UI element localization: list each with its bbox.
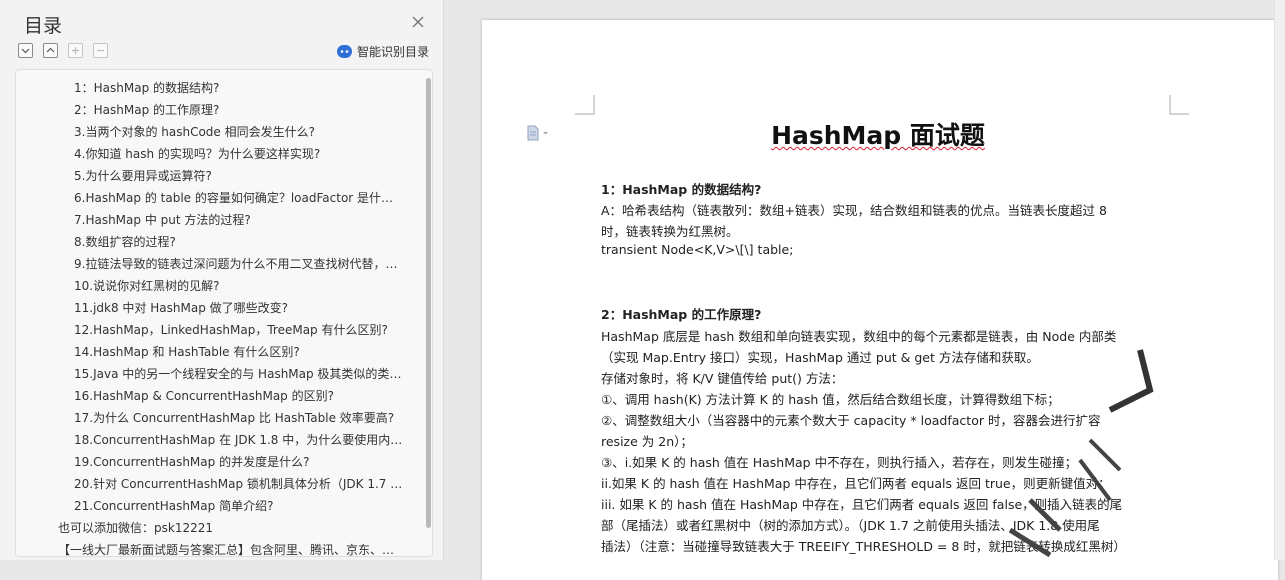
toc-item[interactable]: 18.ConcurrentHashMap 在 JDK 1.8 中，为什么要使用内… (74, 431, 404, 448)
paragraph-line: A：哈希表结构（链表散列：数组+链表）实现，结合数组和链表的优点。当链表长度超过… (601, 203, 1107, 218)
document-scrollbar[interactable] (1274, 0, 1285, 560)
paragraph-line: resize 为 2n）； (601, 434, 693, 449)
toc-item[interactable]: 17.为什么 ConcurrentHashMap 比 HashTable 效率要… (74, 409, 404, 426)
close-icon[interactable] (410, 14, 426, 30)
section-1-heading: 1：HashMap 的数据结构? (601, 182, 762, 197)
toc-item[interactable]: 19.ConcurrentHashMap 的并发度是什么? (74, 453, 404, 470)
toc-item[interactable]: 12.HashMap，LinkedHashMap，TreeMap 有什么区别? (74, 321, 404, 338)
document-title: HashMap 面试题 (482, 116, 1274, 152)
document-title-text: HashMap 面试题 (771, 121, 985, 150)
toc-item[interactable]: 20.针对 ConcurrentHashMap 锁机制具体分析（JDK 1.7 … (74, 475, 404, 492)
toc-item[interactable]: 14.HashMap 和 HashTable 有什么区别? (74, 343, 404, 360)
toc-item[interactable]: 16.HashMap & ConcurrentHashMap 的区别? (74, 387, 404, 404)
toc-toolbar (18, 43, 108, 58)
toc-item[interactable]: 2：HashMap 的工作原理? (74, 101, 404, 118)
toc-item[interactable]: 11.jdk8 中对 HashMap 做了哪些改变? (74, 299, 404, 316)
smart-toc-label: 智能识别目录 (356, 45, 429, 59)
toc-item[interactable]: 7.HashMap 中 put 方法的过程? (74, 211, 404, 228)
toc-item[interactable]: 1：HashMap 的数据结构? (74, 79, 404, 96)
toc-item[interactable]: 4.你知道 hash 的实现吗？为什么要这样实现? (74, 145, 404, 162)
paragraph-line: （实现 Map.Entry 接口）实现，HashMap 通过 put & get… (601, 350, 1039, 365)
remove-heading-icon[interactable] (93, 43, 108, 58)
corner-mark-top-right (1169, 95, 1189, 115)
toc-scrollbar[interactable] (426, 78, 431, 528)
toc-title: 目录 (24, 15, 63, 37)
add-heading-icon[interactable] (68, 43, 83, 58)
paragraph-line: 存储对象时，将 K/V 键值传给 put() 方法： (601, 371, 844, 386)
collapse-up-icon[interactable] (43, 43, 58, 58)
toc-item[interactable]: 10.说说你对红黑树的见解? (74, 277, 404, 294)
watermark (1008, 349, 1154, 558)
toc-item[interactable]: 8.数组扩容的过程? (74, 233, 404, 250)
toc-item[interactable]: 21.ConcurrentHashMap 简单介绍? (74, 497, 404, 514)
smart-toc-button[interactable]: 智能识别目录 (336, 43, 429, 60)
section-2-heading: 2：HashMap 的工作原理? (601, 307, 762, 322)
toc-item[interactable]: 6.HashMap 的 table 的容量如何确定？loadFactor 是什么… (74, 189, 404, 206)
toc-item[interactable]: 5.为什么要用异或运算符? (74, 167, 404, 184)
code-line: transient Node<K,V>\[\] table; (601, 242, 794, 257)
toc-item[interactable]: 15.Java 中的另一个线程安全的与 HashMap 极其类似的类是什么？同样… (74, 365, 404, 382)
paragraph-line: 时，链表转换为红黑树。 (601, 224, 739, 239)
toc-list: 1：HashMap 的数据结构? 2：HashMap 的工作原理? 3.当两个对… (15, 69, 433, 557)
corner-mark-top-left (575, 95, 595, 115)
toc-item[interactable]: 也可以添加微信：psk12221 (58, 519, 404, 536)
toc-panel: 目录 智能识别目录 1：HashMap 的数据结构? 2：HashMap 的工作… (0, 0, 444, 560)
toc-item[interactable]: 9.拉链法导致的链表过深问题为什么不用二叉查找树代替，而选择红黑树？为什么不一直… (74, 255, 404, 272)
toc-item[interactable]: 3.当两个对象的 hashCode 相同会发生什么? (74, 123, 404, 140)
toc-item[interactable]: 【一线大厂最新面试题与答案汇总】包含阿里、腾讯、京东、字节跳动等大厂面试题 (58, 541, 404, 556)
robot-icon (336, 45, 352, 58)
collapse-down-icon[interactable] (18, 43, 33, 58)
